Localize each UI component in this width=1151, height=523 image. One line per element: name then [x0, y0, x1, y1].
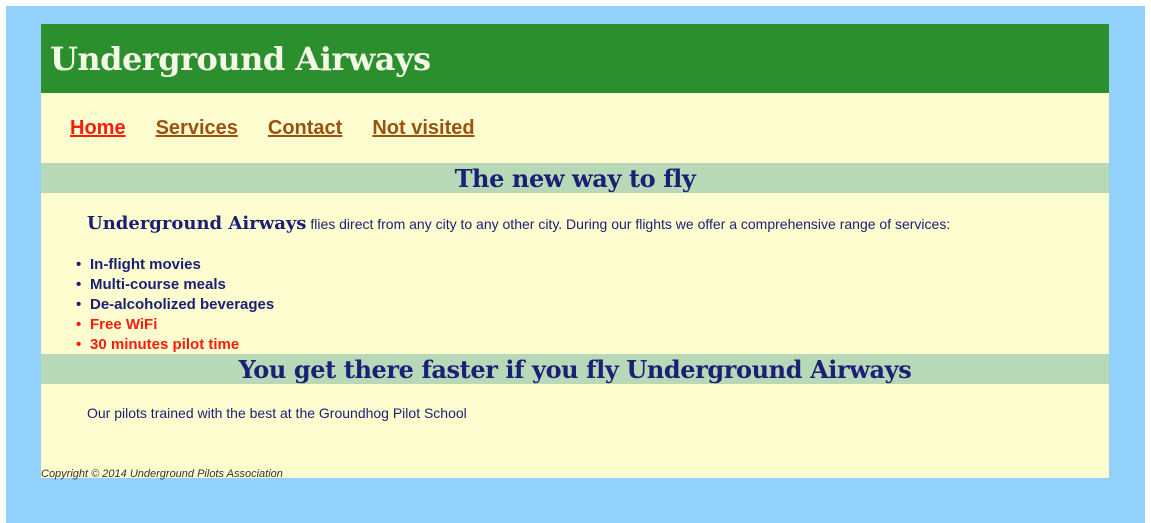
- brand-name: Underground Airways: [87, 213, 307, 234]
- section-heading-band-2: You get there faster if you fly Undergro…: [41, 354, 1109, 384]
- copyright-footer: Copyright © 2014 Underground Pilots Asso…: [41, 468, 283, 480]
- section-heading-faster: You get there faster if you fly Undergro…: [238, 354, 912, 384]
- site-header: Underground Airways: [41, 24, 1109, 93]
- nav-link-services[interactable]: Services: [156, 117, 238, 140]
- intro-paragraph: Underground Airways flies direct from an…: [41, 193, 1109, 239]
- list-item: Multi-course meals: [76, 275, 1109, 295]
- site-title: Underground Airways: [50, 39, 431, 78]
- list-item: In-flight movies: [76, 255, 1109, 275]
- main-nav: Home Services Contact Not visited: [41, 93, 1109, 163]
- page-container: Underground Airways Home Services Contac…: [41, 24, 1109, 480]
- page-background: Underground Airways Home Services Contac…: [6, 6, 1145, 523]
- section-heading-new-way: The new way to fly: [454, 163, 696, 193]
- intro-text: flies direct from any city to any other …: [306, 216, 951, 232]
- list-item: 30 minutes pilot time: [76, 335, 1109, 355]
- pilots-paragraph: Our pilots trained with the best at the …: [87, 405, 467, 421]
- list-item: De-alcoholized beverages: [76, 295, 1109, 315]
- nav-link-not-visited[interactable]: Not visited: [372, 117, 474, 140]
- section-heading-band-1: The new way to fly: [41, 163, 1109, 193]
- list-item: Free WiFi: [76, 315, 1109, 335]
- nav-link-home[interactable]: Home: [70, 117, 126, 140]
- services-list: In-flight movies Multi-course meals De-a…: [41, 239, 1109, 355]
- nav-link-contact[interactable]: Contact: [268, 117, 342, 140]
